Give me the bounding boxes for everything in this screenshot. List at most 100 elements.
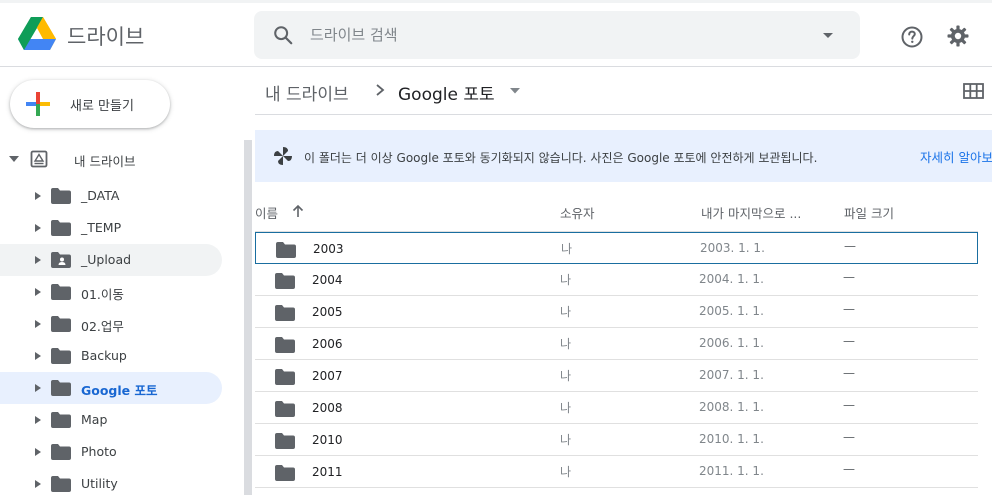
table-row[interactable]: 2003 나 2003. 1. 1. — xyxy=(255,232,978,264)
row-size: — xyxy=(843,334,855,348)
folder-icon xyxy=(275,305,295,321)
caret-right-icon[interactable] xyxy=(34,479,42,489)
breadcrumb-current-folder[interactable]: Google 포토 xyxy=(398,80,495,105)
row-name: 2008 xyxy=(312,401,343,415)
caret-right-icon[interactable] xyxy=(34,415,42,425)
folder-icon xyxy=(275,273,295,289)
column-header-owner[interactable]: 소유자 xyxy=(560,203,595,222)
row-modified: 2003. 1. 1. xyxy=(700,241,765,255)
sidebar-item-data[interactable]: _DATA xyxy=(0,180,222,212)
row-modified: 2004. 1. 1. xyxy=(699,272,764,286)
row-owner: 나 xyxy=(560,401,572,415)
breadcrumb-my-drive[interactable]: 내 드라이브 xyxy=(265,80,349,105)
folder-icon xyxy=(51,316,71,332)
caret-right-icon[interactable] xyxy=(34,319,42,329)
caret-right-icon[interactable] xyxy=(34,351,42,361)
sidebar-item-my-drive[interactable]: 내 드라이브 xyxy=(0,144,240,174)
column-header-file-size[interactable]: 파일 크기 xyxy=(844,203,894,222)
caret-right-icon[interactable] xyxy=(34,447,42,457)
sidebar-item-upload[interactable]: _Upload xyxy=(0,244,222,276)
row-size: — xyxy=(843,270,855,284)
row-name: 2007 xyxy=(312,369,343,383)
sidebar-item-label: Backup xyxy=(81,348,127,363)
chevron-right-icon xyxy=(376,84,385,96)
sidebar-item-backup[interactable]: Backup xyxy=(0,340,222,372)
table-row[interactable]: 2004 나 2004. 1. 1. — xyxy=(255,264,978,296)
shared-folder-icon xyxy=(51,252,71,268)
sidebar-item-label: _Upload xyxy=(81,252,132,267)
sort-ascending-icon[interactable] xyxy=(290,203,306,219)
sidebar-scrollbar[interactable] xyxy=(244,140,252,495)
sidebar-item-label: Google 포토 xyxy=(81,383,158,398)
folder-icon xyxy=(51,444,71,460)
caret-right-icon[interactable] xyxy=(34,191,42,201)
table-row[interactable]: 2005 나 2005. 1. 1. — xyxy=(255,296,978,328)
learn-more-link[interactable]: 자세히 알아보기 xyxy=(920,147,992,166)
sidebar-item-temp[interactable]: _TEMP xyxy=(0,212,222,244)
folder-icon xyxy=(275,401,295,417)
row-size: — xyxy=(843,302,855,316)
row-name: 2010 xyxy=(312,433,343,447)
folder-icon xyxy=(51,412,71,428)
row-owner: 나 xyxy=(560,273,572,287)
row-modified: 2007. 1. 1. xyxy=(699,368,764,382)
row-modified: 2005. 1. 1. xyxy=(699,304,764,318)
row-modified: 2011. 1. 1. xyxy=(699,464,764,478)
search-icon[interactable] xyxy=(272,24,294,46)
app-title[interactable]: 드라이브 xyxy=(67,21,144,51)
folder-icon xyxy=(51,188,71,204)
caret-down-icon[interactable] xyxy=(8,154,20,164)
row-size: — xyxy=(843,430,855,444)
row-name: 2005 xyxy=(312,305,343,319)
sidebar-item-label: Map xyxy=(81,412,108,427)
sidebar-item-label: 01.이동 xyxy=(81,287,124,302)
row-modified: 2006. 1. 1. xyxy=(699,336,764,350)
column-header-name[interactable]: 이름 xyxy=(255,203,278,222)
search-input[interactable] xyxy=(310,21,790,49)
search-bar[interactable] xyxy=(254,11,860,59)
table-row[interactable]: 2007 나 2007. 1. 1. — xyxy=(255,360,978,392)
sidebar-item-01-move[interactable]: 01.이동 xyxy=(0,276,222,308)
row-owner: 나 xyxy=(560,465,572,479)
sidebar-item-utility[interactable]: Utility xyxy=(0,468,222,495)
google-drive-logo[interactable] xyxy=(18,17,56,51)
row-size: — xyxy=(843,398,855,412)
row-name: 2003 xyxy=(313,242,344,256)
row-owner: 나 xyxy=(560,369,572,383)
caret-right-icon[interactable] xyxy=(34,287,42,297)
table-row[interactable]: 2008 나 2008. 1. 1. — xyxy=(255,392,978,424)
sidebar-item-label: _DATA xyxy=(81,188,120,203)
sidebar-item-label: 내 드라이브 xyxy=(74,154,136,169)
divider xyxy=(255,114,992,115)
row-modified: 2010. 1. 1. xyxy=(699,432,764,446)
help-icon[interactable] xyxy=(900,25,924,49)
folder-icon xyxy=(276,242,296,258)
caret-down-icon[interactable] xyxy=(509,85,521,97)
caret-right-icon[interactable] xyxy=(34,383,42,393)
new-button[interactable]: 새로 만들기 xyxy=(10,80,170,128)
folder-icon xyxy=(51,476,71,492)
row-size: — xyxy=(843,462,855,476)
folder-icon xyxy=(275,337,295,353)
row-name: 2004 xyxy=(312,273,343,287)
sidebar-item-02-work[interactable]: 02.업무 xyxy=(0,308,222,340)
folder-icon xyxy=(51,380,71,396)
sidebar-item-photo[interactable]: Photo xyxy=(0,436,222,468)
grid-view-icon[interactable] xyxy=(963,82,984,100)
column-header-last-modified[interactable]: 내가 마지막으로 ... xyxy=(701,203,801,222)
caret-right-icon[interactable] xyxy=(34,223,42,233)
new-button-label: 새로 만들기 xyxy=(70,99,134,114)
gear-icon[interactable] xyxy=(946,24,970,48)
row-owner: 나 xyxy=(561,242,573,256)
table-row[interactable]: 2006 나 2006. 1. 1. — xyxy=(255,328,978,360)
folder-icon xyxy=(51,284,71,300)
row-size: — xyxy=(843,366,855,380)
pinwheel-icon xyxy=(274,147,292,165)
sidebar-item-google-photos[interactable]: Google 포토 xyxy=(0,372,222,404)
table-row[interactable]: 2010 나 2010. 1. 1. — xyxy=(255,424,978,456)
search-options-icon[interactable] xyxy=(819,26,837,44)
caret-right-icon[interactable] xyxy=(34,255,42,265)
sidebar-item-label: 02.업무 xyxy=(81,319,124,334)
table-row[interactable]: 2011 나 2011. 1. 1. — xyxy=(255,456,978,488)
sidebar-item-map[interactable]: Map xyxy=(0,404,222,436)
